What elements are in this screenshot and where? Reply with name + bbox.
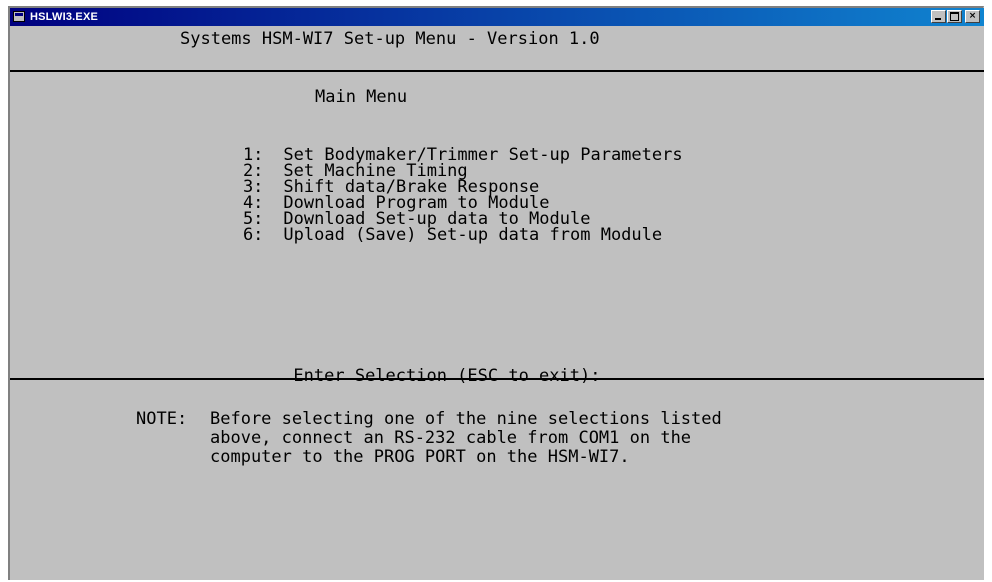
menu-item-number: 6:	[242, 225, 264, 245]
header-title: Systems HSM-WI7 Set-up Menu - Version 1.…	[180, 29, 600, 49]
note-line-2: above, connect an RS-232 cable from COM1…	[210, 428, 692, 448]
menu-heading: Main Menu	[315, 87, 408, 107]
selection-prompt[interactable]: Enter Selection (ESC to exit):	[232, 348, 600, 405]
minimize-button[interactable]	[931, 10, 946, 23]
menu-item-label: Upload (Save) Set-up data from Module	[283, 225, 663, 245]
maximize-button[interactable]	[947, 10, 962, 23]
menu-item-6[interactable]: 6: Upload (Save) Set-up data from Module	[176, 211, 662, 259]
dos-window: HSLWI3.EXE × Systems HSM-WI7 Set-up Menu…	[8, 6, 984, 580]
note-line-1: Before selecting one of the nine selecti…	[210, 409, 722, 429]
note-line-3: computer to the PROG PORT on the HSM-WI7…	[210, 447, 630, 467]
close-button[interactable]: ×	[965, 10, 980, 23]
note-prefix: NOTE:	[136, 409, 188, 429]
selection-prompt-text: Enter Selection (ESC to exit):	[293, 366, 601, 386]
header-divider	[10, 70, 984, 72]
window-title: HSLWI3.EXE	[30, 11, 99, 23]
window-controls: ×	[931, 10, 980, 24]
console-area[interactable]: Systems HSM-WI7 Set-up Menu - Version 1.…	[10, 26, 984, 580]
note-divider	[10, 378, 984, 380]
app-icon[interactable]	[13, 11, 25, 22]
title-bar[interactable]: HSLWI3.EXE ×	[10, 8, 984, 26]
